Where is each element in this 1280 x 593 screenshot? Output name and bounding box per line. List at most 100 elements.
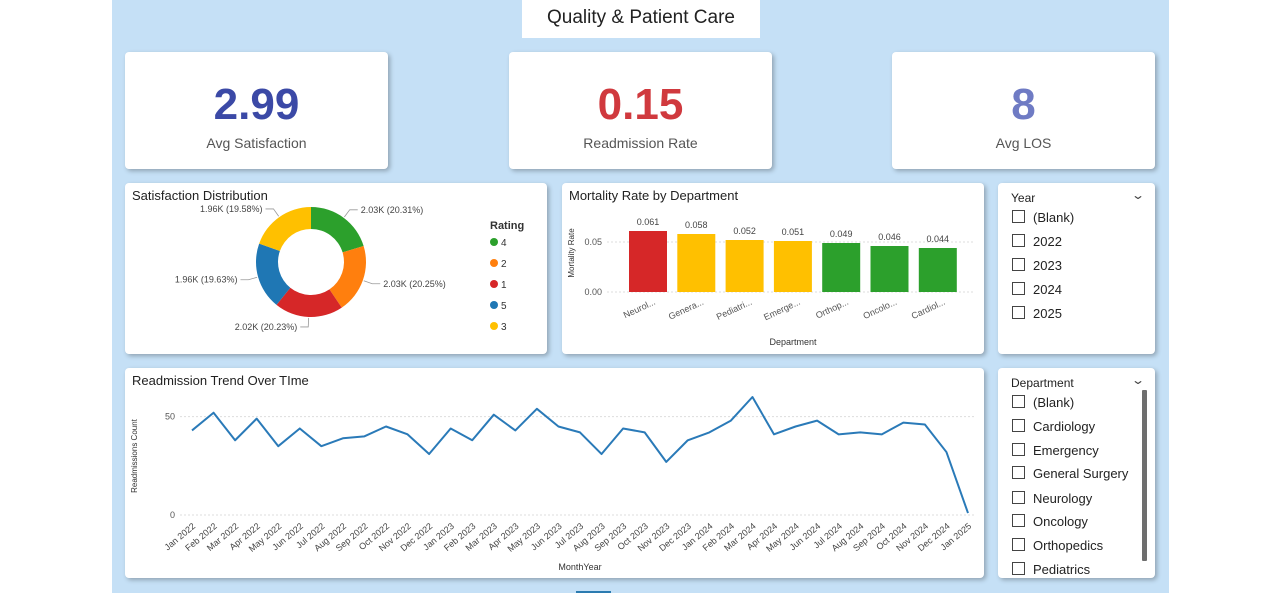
kpi-card-los[interactable]: 8 Avg LOS	[892, 52, 1155, 169]
x-axis-title: MonthYear	[558, 562, 601, 572]
legend-label: 3	[501, 322, 507, 333]
checkbox-icon[interactable]	[1012, 514, 1025, 527]
slicer-item-oncology[interactable]: Oncology	[1012, 513, 1088, 531]
leader-line	[240, 276, 258, 281]
checkbox-icon[interactable]	[1012, 562, 1025, 575]
slicer-item-neurology[interactable]: Neurology	[1012, 490, 1092, 508]
department-slicer[interactable]: Department ⌄ (Blank) Cardiology Emergenc…	[998, 368, 1155, 578]
bar-chart: 0.00 0.05 0.061 0.058 0.052 0.051 0.049 0.046 0…	[567, 217, 974, 347]
slicer-item-2024[interactable]: 2024	[1012, 281, 1062, 299]
mortality-bar-visual[interactable]: Mortality Rate by Department 0.00 0.05 0.…	[562, 183, 984, 354]
x-tick-label: Genera...	[667, 297, 705, 322]
x-tick-label: Cardiol...	[910, 297, 947, 321]
checkbox-icon[interactable]	[1012, 210, 1025, 223]
slicer-item-blank[interactable]: (Blank)	[1012, 394, 1074, 412]
slicer-item-blank[interactable]: (Blank)	[1012, 209, 1074, 227]
legend-label: 2	[501, 259, 507, 270]
leader-line	[363, 280, 381, 285]
satisfaction-donut-visual[interactable]: Satisfaction Distribution 2.03K (20.31%)…	[125, 183, 547, 354]
legend-title: Rating	[490, 220, 524, 232]
slicer-item-orthopedics[interactable]: Orthopedics	[1012, 537, 1103, 555]
kpi-value: 2.99	[213, 80, 300, 129]
kpi-card-satisfaction[interactable]: 2.99 Avg Satisfaction	[125, 52, 388, 169]
bar[interactable]	[629, 231, 667, 292]
slicer-header: Year	[1011, 191, 1036, 205]
y-axis-title: Mortality Rate	[567, 228, 576, 278]
y-axis-title: Readmissions Count	[130, 418, 139, 493]
slicer-item-general-surgery[interactable]: General Surgery	[1012, 465, 1128, 483]
checkbox-icon[interactable]	[1012, 258, 1025, 271]
y-tick-label: 0.05	[584, 237, 602, 247]
kpi-card-readmission[interactable]: 0.15 Readmission Rate	[509, 52, 772, 169]
slicer-item-emergency[interactable]: Emergency	[1012, 442, 1099, 460]
x-tick-label: Neurol...	[622, 297, 657, 320]
kpi-value: 8	[1011, 80, 1036, 129]
checkbox-icon[interactable]	[1012, 234, 1025, 247]
slicer-item-2023[interactable]: 2023	[1012, 257, 1062, 275]
donut-slice[interactable]	[259, 207, 311, 251]
data-label: 2.03K (20.31%)	[361, 205, 424, 215]
legend-label: 5	[501, 301, 507, 312]
legend-marker	[490, 280, 498, 288]
kpi-label: Avg LOS	[995, 135, 1052, 151]
slicer-item-2022[interactable]: 2022	[1012, 233, 1062, 251]
slicer-item-2025[interactable]: 2025	[1012, 305, 1062, 323]
data-label: 1.96K (19.58%)	[200, 204, 263, 214]
checkbox-icon[interactable]	[1012, 443, 1025, 456]
series-line	[191, 396, 969, 514]
checkbox-icon[interactable]	[1012, 306, 1025, 319]
data-label: 2.02K (20.23%)	[235, 322, 298, 332]
kpi-label: Readmission Rate	[583, 135, 698, 151]
page-title: Quality & Patient Care	[522, 0, 760, 38]
line-chart: 050 Jan 2022Feb 2022Mar 2022Apr 2022May …	[130, 396, 975, 572]
bar[interactable]	[870, 246, 909, 292]
slicer-header: Department	[1011, 376, 1074, 390]
year-slicer[interactable]: Year ⌄ (Blank) 2022 2023 2024 2025	[998, 183, 1155, 354]
bar[interactable]	[822, 243, 861, 292]
x-axis-title: Department	[769, 337, 817, 347]
x-tick-label: Orthop...	[814, 297, 850, 321]
data-label: 0.058	[685, 220, 708, 230]
chevron-down-icon[interactable]: ⌄	[1131, 373, 1145, 387]
readmission-trend-visual[interactable]: Readmission Trend Over TIme 0 50 Jan 2022…	[125, 368, 984, 578]
slicer-scrollbar[interactable]	[1142, 390, 1147, 561]
bar[interactable]	[918, 248, 957, 292]
donut-chart: 2.03K (20.31%) 2.03K (20.25%) 2.02K (20.23…	[175, 204, 524, 333]
y-tick-label: 0	[170, 510, 175, 520]
y-tick-label: 50	[165, 412, 175, 422]
checkbox-icon[interactable]	[1012, 491, 1025, 504]
leader-line	[265, 208, 280, 217]
data-label: 1.96K (19.63%)	[175, 275, 238, 285]
data-label: 0.061	[637, 217, 660, 227]
kpi-label: Avg Satisfaction	[206, 135, 307, 151]
x-tick-label: Emerge...	[762, 297, 802, 323]
bar[interactable]	[725, 240, 764, 292]
data-label: 0.049	[830, 229, 853, 239]
bar[interactable]	[773, 241, 812, 292]
checkbox-icon[interactable]	[1012, 395, 1025, 408]
legend-marker	[490, 322, 498, 330]
leader-line	[300, 317, 310, 328]
data-label: 0.044	[927, 234, 950, 244]
bar[interactable]	[677, 234, 716, 292]
leader-line	[344, 209, 358, 218]
kpi-value: 0.15	[597, 80, 684, 129]
checkbox-icon[interactable]	[1012, 466, 1025, 479]
legend-marker	[490, 238, 498, 246]
slicer-item-pediatrics[interactable]: Pediatrics	[1012, 561, 1090, 578]
data-label: 0.051	[782, 227, 805, 237]
data-label: 2.03K (20.25%)	[383, 279, 446, 289]
legend-marker	[490, 301, 498, 309]
y-tick-label: 0.00	[584, 287, 602, 297]
checkbox-icon[interactable]	[1012, 419, 1025, 432]
checkbox-icon[interactable]	[1012, 538, 1025, 551]
chevron-down-icon[interactable]: ⌄	[1131, 188, 1145, 202]
legend-marker	[490, 259, 498, 267]
x-tick-label: Pediatri...	[715, 297, 754, 322]
checkbox-icon[interactable]	[1012, 282, 1025, 295]
data-label: 0.052	[733, 226, 756, 236]
legend-label: 1	[501, 280, 507, 291]
data-label: 0.046	[878, 232, 901, 242]
donut-slice[interactable]	[311, 207, 364, 253]
slicer-item-cardiology[interactable]: Cardiology	[1012, 418, 1095, 436]
